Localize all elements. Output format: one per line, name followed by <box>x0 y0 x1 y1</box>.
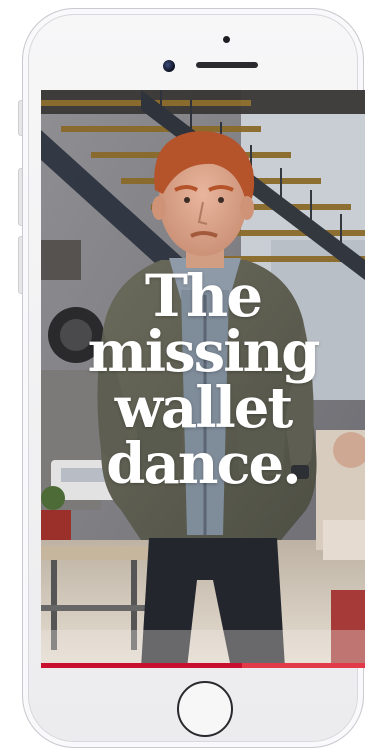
proximity-sensor <box>223 36 230 43</box>
story-progress-fill <box>41 663 242 668</box>
headline-line-4: dance. <box>106 431 301 497</box>
headline-line-2: missing <box>87 319 321 385</box>
story-screen[interactable]: The missing wallet dance. <box>41 90 365 668</box>
story-headline: The missing wallet dance. <box>41 262 365 497</box>
page: The missing wallet dance. <box>0 0 370 753</box>
headline-line-1: The <box>144 262 263 330</box>
story-progress-bar <box>41 663 365 668</box>
headline-line-3: wallet <box>114 375 294 441</box>
earpiece-speaker <box>196 62 258 68</box>
front-camera-icon <box>163 60 175 72</box>
home-button[interactable] <box>177 681 233 737</box>
